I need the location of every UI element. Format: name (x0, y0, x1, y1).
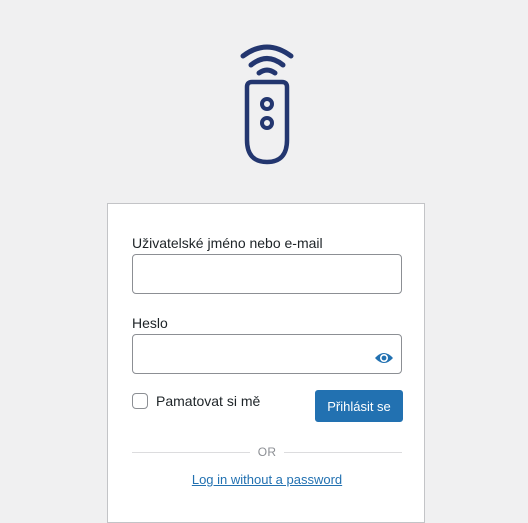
show-password-button[interactable] (370, 344, 398, 372)
magic-login-link[interactable]: Log in without a password (192, 472, 342, 487)
divider-line-right (284, 451, 403, 453)
remember-me-checkbox[interactable] (132, 393, 148, 409)
login-form: Uživatelské jméno nebo e-mail Heslo Pama… (107, 203, 425, 523)
login-button[interactable]: Přihlásit se (315, 390, 403, 422)
password-label: Heslo (132, 315, 168, 331)
magic-link-container: Log in without a password (108, 472, 426, 487)
remember-me-label: Pamatovat si mě (156, 393, 261, 409)
remote-control-icon (240, 44, 294, 165)
divider-text: OR (257, 445, 277, 459)
eye-icon (375, 353, 393, 363)
password-input[interactable] (132, 334, 402, 374)
username-label: Uživatelské jméno nebo e-mail (132, 235, 323, 251)
site-logo (239, 40, 295, 168)
username-input[interactable] (132, 254, 402, 294)
remember-me[interactable]: Pamatovat si mě (132, 393, 260, 409)
or-divider: OR (132, 443, 403, 461)
divider-line-left (132, 451, 250, 453)
